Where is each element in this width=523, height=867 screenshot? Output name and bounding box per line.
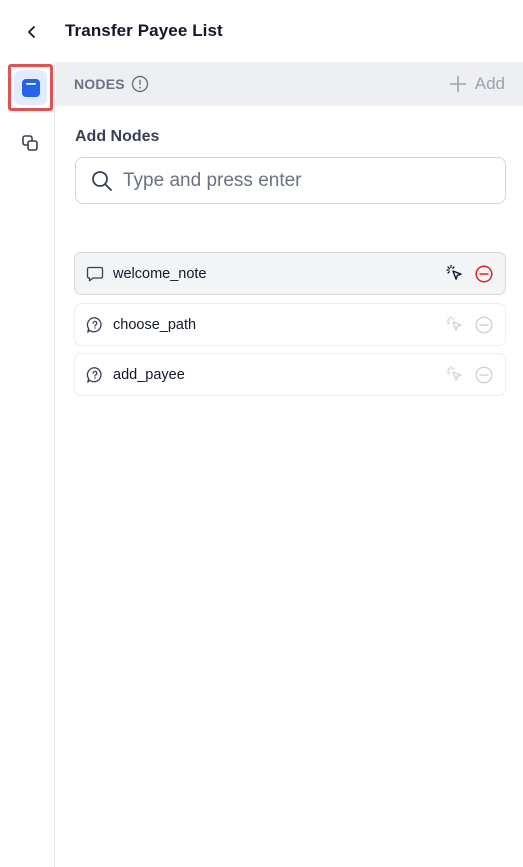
node-name: add_payee bbox=[113, 367, 185, 383]
search-input[interactable] bbox=[123, 166, 493, 196]
rail-nodes-button[interactable] bbox=[8, 64, 53, 111]
back-button[interactable] bbox=[20, 20, 44, 44]
node-item-choose-path[interactable]: choose_path bbox=[74, 303, 506, 346]
click-pointer-icon[interactable] bbox=[445, 365, 465, 385]
node-name: choose_path bbox=[113, 317, 197, 333]
rail-copy-button[interactable] bbox=[18, 131, 42, 155]
payee-list-panel: Transfer Payee List NODES Add Add Nodes … bbox=[0, 0, 523, 867]
node-name: welcome_note bbox=[113, 266, 207, 282]
header: Transfer Payee List bbox=[0, 0, 523, 62]
question-message-icon bbox=[86, 317, 102, 333]
click-pointer-icon[interactable] bbox=[445, 264, 465, 284]
node-item-welcome-note[interactable]: welcome_note bbox=[74, 252, 506, 295]
remove-icon[interactable] bbox=[474, 365, 494, 385]
window-icon bbox=[21, 78, 40, 97]
page-title: Transfer Payee List bbox=[65, 21, 223, 40]
click-pointer-icon[interactable] bbox=[445, 315, 465, 335]
rail-nodes-button-bg bbox=[14, 70, 47, 105]
message-icon bbox=[86, 266, 104, 282]
copy-icon bbox=[22, 135, 38, 151]
add-node-button[interactable]: Add bbox=[449, 72, 505, 96]
remove-icon[interactable] bbox=[474, 264, 494, 284]
remove-icon[interactable] bbox=[474, 315, 494, 335]
question-message-icon bbox=[86, 367, 102, 383]
add-nodes-title: Add Nodes bbox=[75, 128, 160, 145]
add-node-label: Add bbox=[474, 74, 505, 93]
left-rail bbox=[0, 62, 55, 867]
nodes-label: NODES bbox=[74, 76, 125, 92]
chevron-left-icon bbox=[28, 26, 35, 38]
search-field[interactable] bbox=[75, 157, 506, 204]
search-icon bbox=[92, 171, 112, 191]
node-item-add-payee[interactable]: add_payee bbox=[74, 353, 506, 396]
plus-icon bbox=[449, 75, 467, 93]
nodes-section-bar: NODES Add bbox=[56, 62, 523, 106]
info-icon[interactable] bbox=[131, 75, 149, 93]
